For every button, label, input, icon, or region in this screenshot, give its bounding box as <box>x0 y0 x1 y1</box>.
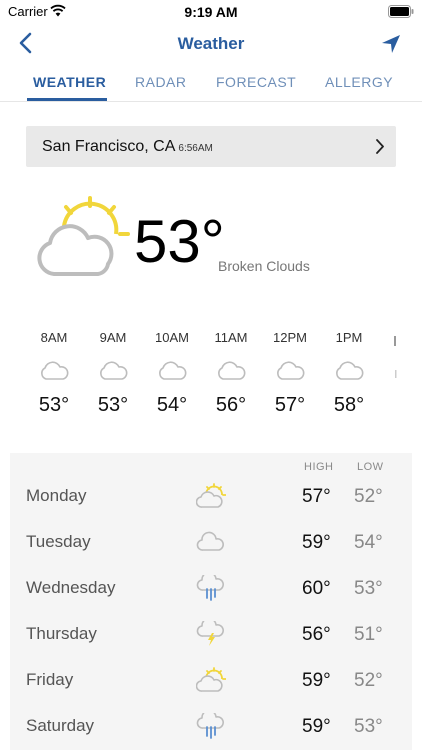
active-tab-indicator <box>27 98 107 101</box>
status-time: 9:19 AM <box>184 4 238 20</box>
day-row-thursday[interactable]: Thursday 56° 51° <box>10 615 412 661</box>
partly-cloudy-icon <box>37 196 130 276</box>
nav-bar: Weather <box>0 24 422 64</box>
hourly-item: 9AM 53° <box>83 330 143 417</box>
hour-temperature: 58° <box>333 394 365 416</box>
hour-time: 8AM <box>40 330 68 345</box>
cloud-icon <box>218 361 246 380</box>
tab-forecast[interactable]: FORECAST <box>216 74 296 90</box>
cloud-icon <box>336 361 364 380</box>
hourly-item: 10AM 54° <box>142 330 202 417</box>
day-row-wednesday[interactable]: Wednesday 60° 53° <box>10 569 412 615</box>
hour-temperature: 57° <box>274 394 306 416</box>
day-high-temp: 59° <box>302 532 331 553</box>
cloud-icon <box>196 531 224 551</box>
hour-temperature: 53° <box>38 394 70 416</box>
location-city-label: San Francisco, CA <box>42 138 176 155</box>
hour-time: 10AM <box>155 330 189 345</box>
day-low-temp: 51° <box>354 624 383 645</box>
current-temperature: 53° <box>134 208 225 275</box>
day-name: Tuesday <box>26 532 91 551</box>
day-high-temp: 57° <box>302 486 331 507</box>
cloud-icon <box>159 361 187 380</box>
hour-time: 1PM <box>335 330 363 345</box>
chevron-right-icon <box>376 139 384 154</box>
hourly-item: 8AM 53° <box>24 330 84 417</box>
partly-cloudy-icon <box>196 667 226 692</box>
page-title: Weather <box>177 34 245 53</box>
day-name: Friday <box>26 670 74 689</box>
status-bar: Carrier 9:19 AM <box>0 0 422 24</box>
day-high-temp: 60° <box>302 578 331 599</box>
hour-temperature: 56° <box>215 394 247 416</box>
hourly-item: 12PM 57° <box>260 330 320 417</box>
location-city: San Francisco, CA 6:56AM <box>42 138 213 156</box>
location-updated-time: 6:56AM <box>178 143 213 154</box>
day-low-temp: 52° <box>354 670 383 691</box>
day-high-temp: 59° <box>302 716 331 737</box>
hour-time: 11AM <box>214 330 248 345</box>
day-low-temp: 53° <box>354 716 383 737</box>
hour-time: 9AM <box>99 330 127 345</box>
rain-icon <box>196 575 224 601</box>
tab-radar[interactable]: RADAR <box>135 74 187 90</box>
hourly-item: 1PM 58° <box>319 330 379 417</box>
cloud-icon <box>277 361 305 380</box>
low-column-header: LOW <box>357 461 384 473</box>
partly-cloudy-icon <box>196 483 226 508</box>
day-name: Monday <box>26 486 87 505</box>
day-row-saturday[interactable]: Saturday 59° 53° <box>10 707 412 750</box>
day-low-temp: 52° <box>354 486 383 507</box>
day-row-friday[interactable]: Friday 59° 52° <box>10 661 412 707</box>
tab-bar: WEATHER RADAR FORECAST ALLERGY <box>0 64 422 102</box>
hourly-overflow-hint <box>394 336 397 378</box>
day-high-temp: 59° <box>302 670 331 691</box>
cloud-icon <box>100 361 128 380</box>
location-arrow-icon[interactable] <box>380 33 402 55</box>
hour-temperature: 53° <box>97 394 129 416</box>
day-name: Wednesday <box>26 578 116 597</box>
day-row-monday[interactable]: Monday 57° 52° <box>10 477 412 523</box>
rain-icon <box>196 713 224 739</box>
day-name: Saturday <box>26 716 95 735</box>
daily-forecast: HIGH LOW Monday 57° 52° Tuesday 59° 54° … <box>10 453 412 750</box>
tab-allergy[interactable]: ALLERGY <box>325 74 393 90</box>
hour-temperature: 54° <box>156 394 188 416</box>
day-high-temp: 56° <box>302 624 331 645</box>
location-selector[interactable]: San Francisco, CA 6:56AM <box>26 126 396 167</box>
cloud-icon <box>41 361 69 380</box>
day-low-temp: 53° <box>354 578 383 599</box>
current-condition: Broken Clouds <box>218 258 310 274</box>
hourly-item: 11AM 56° <box>201 330 261 417</box>
day-row-tuesday[interactable]: Tuesday 59° 54° <box>10 523 412 569</box>
hour-time: 12PM <box>273 330 307 345</box>
high-column-header: HIGH <box>304 461 334 473</box>
day-low-temp: 54° <box>354 532 383 553</box>
thunderstorm-icon <box>196 621 224 646</box>
battery-icon <box>388 5 414 18</box>
hourly-forecast[interactable]: 8AM 53° 9AM 53° 10AM 54° 11AM 56° 12PM 5… <box>0 330 422 430</box>
day-name: Thursday <box>26 624 97 643</box>
tab-weather[interactable]: WEATHER <box>33 74 106 90</box>
